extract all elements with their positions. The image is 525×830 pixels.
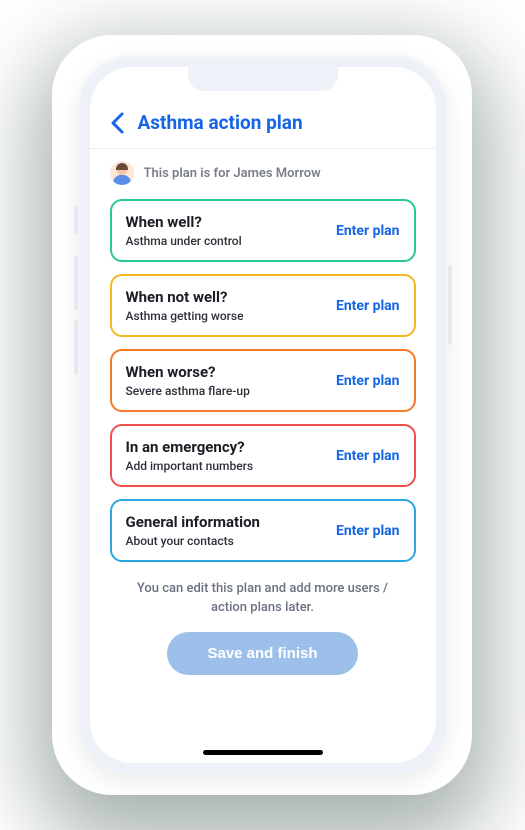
card-title: When not well? [126,288,244,306]
side-button [448,265,452,345]
card-title: In an emergency? [126,438,254,456]
avatar [110,161,134,185]
card-subtitle: Severe asthma flare-up [126,384,250,398]
card-text: General information About your contacts [126,513,260,548]
card-emergency[interactable]: In an emergency? Add important numbers E… [110,424,416,487]
back-button[interactable] [110,112,124,134]
save-and-finish-button[interactable]: Save and finish [167,632,357,675]
phone-frame: Asthma action plan This plan is for Jame… [78,55,448,775]
card-when-worse[interactable]: When worse? Severe asthma flare-up Enter… [110,349,416,412]
card-text: When worse? Severe asthma flare-up [126,363,250,398]
card-title: When worse? [126,363,250,381]
user-row: This plan is for James Morrow [90,149,436,199]
card-subtitle: Asthma getting worse [126,309,244,323]
card-subtitle: About your contacts [126,534,260,548]
side-button [74,255,78,310]
card-text: When not well? Asthma getting worse [126,288,244,323]
enter-plan-link[interactable]: Enter plan [336,448,400,464]
card-when-well[interactable]: When well? Asthma under control Enter pl… [110,199,416,262]
footer-note: You can edit this plan and add more user… [90,562,436,632]
card-general-info[interactable]: General information About your contacts … [110,499,416,562]
enter-plan-link[interactable]: Enter plan [336,373,400,389]
notch [188,67,338,91]
card-title: General information [126,513,260,531]
side-button [74,205,78,235]
card-subtitle: Asthma under control [126,234,242,248]
user-label: This plan is for James Morrow [144,166,321,181]
card-list: When well? Asthma under control Enter pl… [90,199,436,562]
page-title: Asthma action plan [138,111,303,134]
card-when-not-well[interactable]: When not well? Asthma getting worse Ente… [110,274,416,337]
screen: Asthma action plan This plan is for Jame… [90,67,436,763]
chevron-left-icon [110,112,124,134]
side-button [74,320,78,375]
card-subtitle: Add important numbers [126,459,254,473]
enter-plan-link[interactable]: Enter plan [336,523,400,539]
card-text: In an emergency? Add important numbers [126,438,254,473]
card-title: When well? [126,213,242,231]
home-indicator[interactable] [203,750,323,755]
card-text: When well? Asthma under control [126,213,242,248]
enter-plan-link[interactable]: Enter plan [336,223,400,239]
enter-plan-link[interactable]: Enter plan [336,298,400,314]
